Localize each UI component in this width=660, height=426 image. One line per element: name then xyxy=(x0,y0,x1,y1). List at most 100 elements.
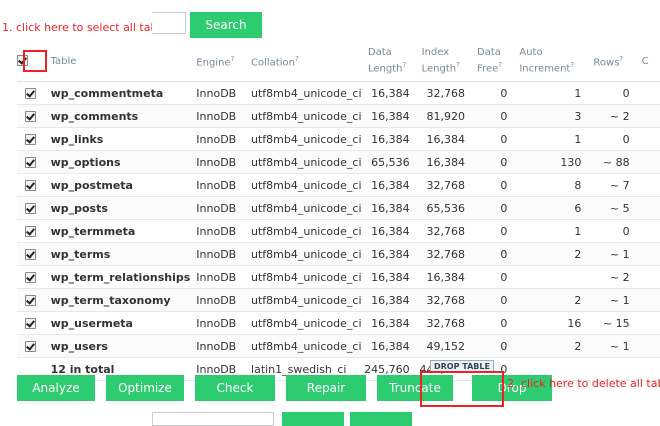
engine-cell: InnoDB xyxy=(190,196,246,220)
col-rows[interactable]: Rows? xyxy=(587,41,636,82)
row-checkbox-cell xyxy=(17,81,45,105)
auto-increment-cell xyxy=(513,265,588,289)
more-cell xyxy=(635,219,660,243)
auto-increment-cell: 1 xyxy=(513,81,588,105)
data-length-cell: 16,384 xyxy=(361,196,416,220)
col-data-length[interactable]: Data Length? xyxy=(361,41,416,82)
data-free-cell: 0 xyxy=(471,265,514,289)
data-length-cell: 16,384 xyxy=(361,265,416,289)
index-length-cell: 16,384 xyxy=(415,150,472,174)
col-engine[interactable]: Engine? xyxy=(190,41,246,82)
collation-cell: utf8mb4_unicode_ci xyxy=(245,219,362,243)
col-table[interactable]: Table xyxy=(44,41,191,82)
row-checkbox[interactable] xyxy=(25,157,37,168)
table-row[interactable]: wp_terms InnoDB utf8mb4_unicode_ci 16,384 32… xyxy=(17,242,660,266)
data-free-cell: 0 xyxy=(471,219,514,243)
bottom-button-1[interactable] xyxy=(282,412,344,426)
data-length-cell: 16,384 xyxy=(361,219,416,243)
index-length-cell: 49,152 xyxy=(415,334,472,358)
rows-cell: ~ 5 xyxy=(587,196,636,220)
collation-cell: utf8mb4_unicode_ci xyxy=(245,150,362,174)
row-checkbox[interactable] xyxy=(25,295,37,306)
data-length-cell: 16,384 xyxy=(361,104,416,128)
col-collation[interactable]: Collation? xyxy=(245,41,362,82)
help-icon[interactable]: ? xyxy=(570,61,574,69)
more-cell xyxy=(635,150,660,174)
col-data-free[interactable]: Data Free? xyxy=(471,41,514,82)
help-icon[interactable]: ? xyxy=(456,61,460,69)
row-checkbox[interactable] xyxy=(25,180,37,191)
table-row[interactable]: wp_options InnoDB utf8mb4_unicode_ci 65,536… xyxy=(17,150,660,174)
table-name-cell[interactable]: wp_termmeta xyxy=(44,219,191,243)
data-free-cell: 0 xyxy=(471,242,514,266)
table-row[interactable]: wp_termmeta InnoDB utf8mb4_unicode_ci 16,38… xyxy=(17,219,660,243)
more-cell xyxy=(635,127,660,151)
table-row[interactable]: wp_comments InnoDB utf8mb4_unicode_ci 16,38… xyxy=(17,104,660,128)
table-name-cell[interactable]: wp_term_relationships xyxy=(44,265,191,289)
rows-cell: ~ 2 xyxy=(587,265,636,289)
bottom-input[interactable] xyxy=(152,412,274,426)
table-row[interactable]: wp_posts InnoDB utf8mb4_unicode_ci 16,384 65… xyxy=(17,196,660,220)
collation-cell: utf8mb4_unicode_ci xyxy=(245,334,362,358)
analyze-button[interactable]: Analyze xyxy=(17,375,95,401)
collation-cell: utf8mb4_unicode_ci xyxy=(245,265,362,289)
row-checkbox[interactable] xyxy=(25,88,37,99)
table-row[interactable]: wp_users InnoDB utf8mb4_unicode_ci 16,384 49… xyxy=(17,334,660,358)
auto-increment-cell: 2 xyxy=(513,242,588,266)
row-checkbox[interactable] xyxy=(25,272,37,283)
tables-list: Table Engine? Collation? Data Length? Ind… xyxy=(17,41,660,381)
table-name-cell[interactable]: wp_comments xyxy=(44,104,191,128)
help-icon[interactable]: ? xyxy=(295,55,299,63)
search-input[interactable] xyxy=(152,12,186,34)
check-button[interactable]: Check xyxy=(195,375,275,401)
row-checkbox[interactable] xyxy=(25,249,37,260)
table-name-cell[interactable]: wp_usermeta xyxy=(44,311,191,335)
data-length-cell: 16,384 xyxy=(361,311,416,335)
help-icon[interactable]: ? xyxy=(619,55,623,63)
help-icon[interactable]: ? xyxy=(231,55,235,63)
search-button[interactable]: Search xyxy=(190,12,262,38)
table-name-cell[interactable]: wp_commentmeta xyxy=(44,81,191,105)
row-checkbox-cell xyxy=(17,196,45,220)
table-name-cell[interactable]: wp_options xyxy=(44,150,191,174)
row-checkbox[interactable] xyxy=(25,226,37,237)
table-name-cell[interactable]: wp_users xyxy=(44,334,191,358)
data-free-cell: 0 xyxy=(471,334,514,358)
table-row[interactable]: wp_commentmeta InnoDB utf8mb4_unicode_ci 16… xyxy=(17,81,660,105)
rows-cell: ~ 88 xyxy=(587,150,636,174)
auto-increment-cell: 6 xyxy=(513,196,588,220)
row-checkbox[interactable] xyxy=(25,318,37,329)
table-name-cell[interactable]: wp_term_taxonomy xyxy=(44,288,191,312)
rows-cell: ~ 1 xyxy=(587,288,636,312)
col-auto-increment[interactable]: Auto Increment? xyxy=(513,41,588,82)
table-name-cell[interactable]: wp_links xyxy=(44,127,191,151)
more-cell xyxy=(635,265,660,289)
table-row[interactable]: wp_links InnoDB utf8mb4_unicode_ci 16,384 16… xyxy=(17,127,660,151)
table-name-cell[interactable]: wp_postmeta xyxy=(44,173,191,197)
col-index-length[interactable]: Index Length? xyxy=(415,41,472,82)
col-more[interactable]: C xyxy=(635,41,660,82)
data-length-cell: 16,384 xyxy=(361,334,416,358)
engine-cell: InnoDB xyxy=(190,219,246,243)
table-name-cell[interactable]: wp_posts xyxy=(44,196,191,220)
help-icon[interactable]: ? xyxy=(498,61,502,69)
row-checkbox[interactable] xyxy=(25,203,37,214)
row-checkbox[interactable] xyxy=(25,341,37,352)
table-row[interactable]: wp_postmeta InnoDB utf8mb4_unicode_ci 16,38… xyxy=(17,173,660,197)
row-checkbox[interactable] xyxy=(25,111,37,122)
auto-increment-cell: 8 xyxy=(513,173,588,197)
row-checkbox[interactable] xyxy=(25,134,37,145)
table-row[interactable]: wp_term_relationships InnoDB utf8mb4_unico… xyxy=(17,265,660,289)
bottom-button-2[interactable] xyxy=(350,412,412,426)
collation-cell: utf8mb4_unicode_ci xyxy=(245,311,362,335)
engine-cell: InnoDB xyxy=(190,173,246,197)
auto-increment-cell: 1 xyxy=(513,219,588,243)
repair-button[interactable]: Repair xyxy=(286,375,366,401)
index-length-cell: 65,536 xyxy=(415,196,472,220)
help-icon[interactable]: ? xyxy=(402,61,406,69)
data-free-cell: 0 xyxy=(471,150,514,174)
table-row[interactable]: wp_term_taxonomy InnoDB utf8mb4_unicode_ci… xyxy=(17,288,660,312)
optimize-button[interactable]: Optimize xyxy=(106,375,184,401)
table-row[interactable]: wp_usermeta InnoDB utf8mb4_unicode_ci 16,38… xyxy=(17,311,660,335)
table-name-cell[interactable]: wp_terms xyxy=(44,242,191,266)
